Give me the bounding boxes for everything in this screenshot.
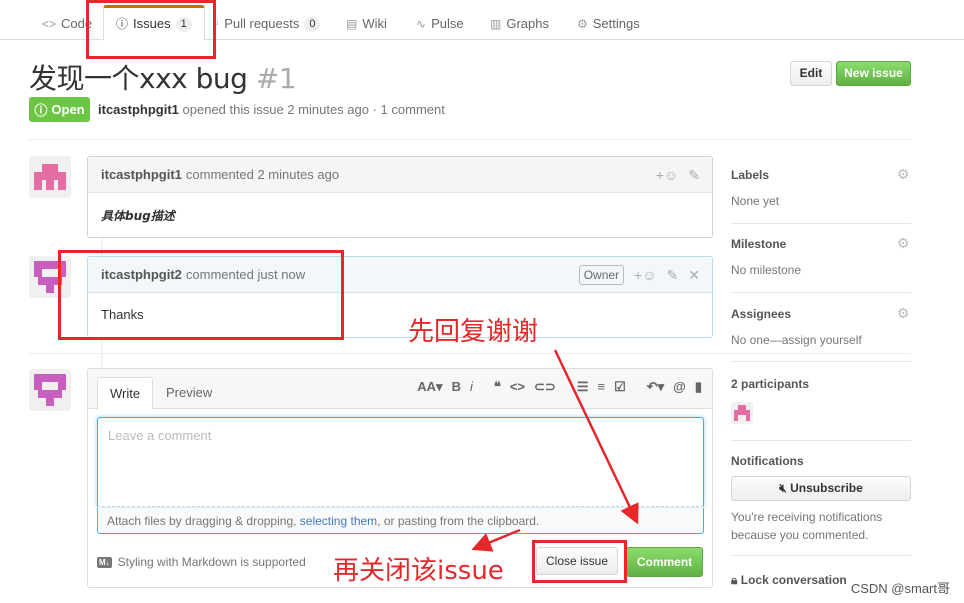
lock-conversation-link[interactable]: 🔒︎ Lock conversation <box>731 573 847 588</box>
markdown-note-text: Styling with Markdown is supported <box>117 555 306 569</box>
select-files-link[interactable]: selecting them <box>300 514 377 528</box>
book-icon: ▤ <box>346 17 358 31</box>
milestone-heading[interactable]: Milestone <box>731 237 786 251</box>
comment-placeholder: Leave a comment <box>108 428 212 443</box>
link-icon[interactable]: ⊂⊃ <box>534 379 556 395</box>
tab-pulse[interactable]: ∿ Pulse <box>416 8 464 40</box>
code-icon: <> <box>42 17 57 31</box>
issue-title-text: 发现一个xxx bug <box>29 62 248 95</box>
pulse-icon: ∿ <box>416 17 427 31</box>
annotation-box-close <box>532 540 627 583</box>
participants-heading: 2 participants <box>731 377 810 391</box>
watermark: CSDN @smart哥 <box>850 581 950 596</box>
issue-author-link[interactable]: itcastphpgit1 <box>98 102 179 117</box>
tab-graphs-label: Graphs <box>506 16 549 31</box>
annotation-then-close: 再关闭该issue <box>333 556 504 586</box>
gear-icon[interactable]: ⚙ <box>897 166 910 183</box>
issue-meta-text: opened this issue 2 minutes ago · 1 comm… <box>182 102 445 117</box>
participant-avatar[interactable] <box>731 402 753 424</box>
text-size-icon[interactable]: AA▾ <box>417 379 442 395</box>
task-list-icon[interactable]: ☑ <box>614 379 626 395</box>
comment-1: itcastphpgit1 commented 2 minutes ago +☺… <box>87 156 713 238</box>
italic-icon[interactable]: i <box>470 379 473 395</box>
unordered-list-icon[interactable]: ☰ <box>577 379 589 395</box>
mention-icon[interactable]: @ <box>673 379 686 395</box>
tab-settings-label: Settings <box>592 16 640 31</box>
comment-textarea[interactable]: Leave a comment <box>97 417 704 507</box>
annotation-reply-first: 先回复谢谢 <box>408 317 539 347</box>
tab-preview[interactable]: Preview <box>154 377 224 410</box>
bookmark-icon[interactable]: ▮ <box>695 379 702 395</box>
tab-pull-requests-label: Pull requests <box>224 16 300 31</box>
lock-icon: 🔒︎ <box>731 573 738 587</box>
markdown-icon: M↓ <box>97 556 112 568</box>
pencil-icon[interactable]: ✎ <box>667 267 679 284</box>
close-icon[interactable]: ✕ <box>688 267 700 284</box>
attach-suffix: , or pasting from the clipboard. <box>377 514 540 528</box>
unsubscribe-button[interactable]: 🔇︎ Unsubscribe <box>731 476 911 501</box>
comment-tabs: Write Preview AA▾ B i ❝ <> ⊂⊃ ☰ ≡ ☑ ↶▾ @… <box>88 369 712 410</box>
tab-code[interactable]: <> Code <box>42 8 92 40</box>
edit-button[interactable]: Edit <box>790 61 832 86</box>
reply-icon[interactable]: ↶▾ <box>647 379 664 395</box>
issue-title: 发现一个xxx bug #1 <box>29 57 297 97</box>
annotation-box-reply <box>58 250 344 340</box>
gear-icon[interactable]: ⚙ <box>897 305 910 322</box>
assignees-heading[interactable]: Assignees <box>731 307 791 321</box>
sidebar-divider <box>731 555 911 556</box>
ordered-list-icon[interactable]: ≡ <box>597 379 605 395</box>
attach-prefix: Attach files by dragging & dropping, <box>107 514 300 528</box>
labels-value: None yet <box>731 194 780 208</box>
issue-number: #1 <box>255 62 297 95</box>
tab-wiki-label: Wiki <box>362 16 387 31</box>
add-reaction-icon[interactable]: +☺ <box>634 267 656 283</box>
assignees-value[interactable]: No one—assign yourself <box>731 333 862 347</box>
mute-icon: 🔇︎ <box>779 481 787 495</box>
header-divider <box>29 139 911 140</box>
notifications-reason: You're receiving notifications because y… <box>731 510 883 542</box>
add-reaction-icon[interactable]: +☺ <box>656 167 678 183</box>
lock-conversation-label: Lock conversation <box>740 573 847 587</box>
sidebar-divider <box>731 361 911 362</box>
annotation-box-issues-tab <box>86 0 216 59</box>
tab-pull-requests[interactable]: ⑂ Pull requests 0 <box>212 8 321 40</box>
timeline-divider <box>29 353 911 354</box>
avatar-current-user[interactable] <box>29 369 71 411</box>
sidebar-divider <box>731 440 911 441</box>
sidebar-divider <box>731 223 911 224</box>
milestone-value: No milestone <box>731 263 802 277</box>
labels-heading[interactable]: Labels <box>731 168 769 182</box>
markdown-toolbar: AA▾ B i ❝ <> ⊂⊃ ☰ ≡ ☑ ↶▾ @ ▮ <box>417 379 702 395</box>
attach-files-dropzone[interactable]: Attach files by dragging & dropping, sel… <box>97 508 704 534</box>
unsubscribe-label: Unsubscribe <box>790 481 863 495</box>
issue-state-badge: ⓘ Open <box>29 97 90 122</box>
sidebar-divider <box>731 292 911 293</box>
markdown-note[interactable]: M↓ Styling with Markdown is supported <box>97 555 306 569</box>
issue-meta: itcastphpgit1 opened this issue 2 minute… <box>98 102 445 117</box>
tab-settings[interactable]: ⚙ Settings <box>577 8 640 40</box>
pull-requests-counter: 0 <box>304 16 321 32</box>
comment-button[interactable]: Comment <box>626 547 703 577</box>
tab-pulse-label: Pulse <box>431 16 464 31</box>
comment-1-author[interactable]: itcastphpgit1 <box>101 167 182 182</box>
notifications-heading: Notifications <box>731 454 804 468</box>
tab-graphs[interactable]: ▥ Graphs <box>490 8 549 40</box>
comment-1-body: 具体bug描述 <box>101 209 175 223</box>
avatar-itcastphpgit1[interactable] <box>29 156 71 198</box>
graph-icon: ▥ <box>490 17 502 31</box>
pencil-icon[interactable]: ✎ <box>688 167 700 184</box>
owner-badge: Owner <box>578 265 625 285</box>
new-issue-button[interactable]: New issue <box>836 61 911 86</box>
comment-1-time[interactable]: commented 2 minutes ago <box>186 167 339 182</box>
comment-1-header: itcastphpgit1 commented 2 minutes ago +☺… <box>88 157 712 193</box>
gear-icon[interactable]: ⚙ <box>897 235 910 252</box>
tab-write[interactable]: Write <box>97 377 154 410</box>
tab-wiki[interactable]: ▤ Wiki <box>346 8 387 40</box>
issue-opened-icon: ⓘ <box>34 103 48 118</box>
quote-icon[interactable]: ❝ <box>494 379 501 395</box>
code-icon[interactable]: <> <box>510 379 525 395</box>
issue-state-label: Open <box>51 102 85 117</box>
gear-icon: ⚙ <box>577 17 588 31</box>
bold-icon[interactable]: B <box>452 379 461 395</box>
